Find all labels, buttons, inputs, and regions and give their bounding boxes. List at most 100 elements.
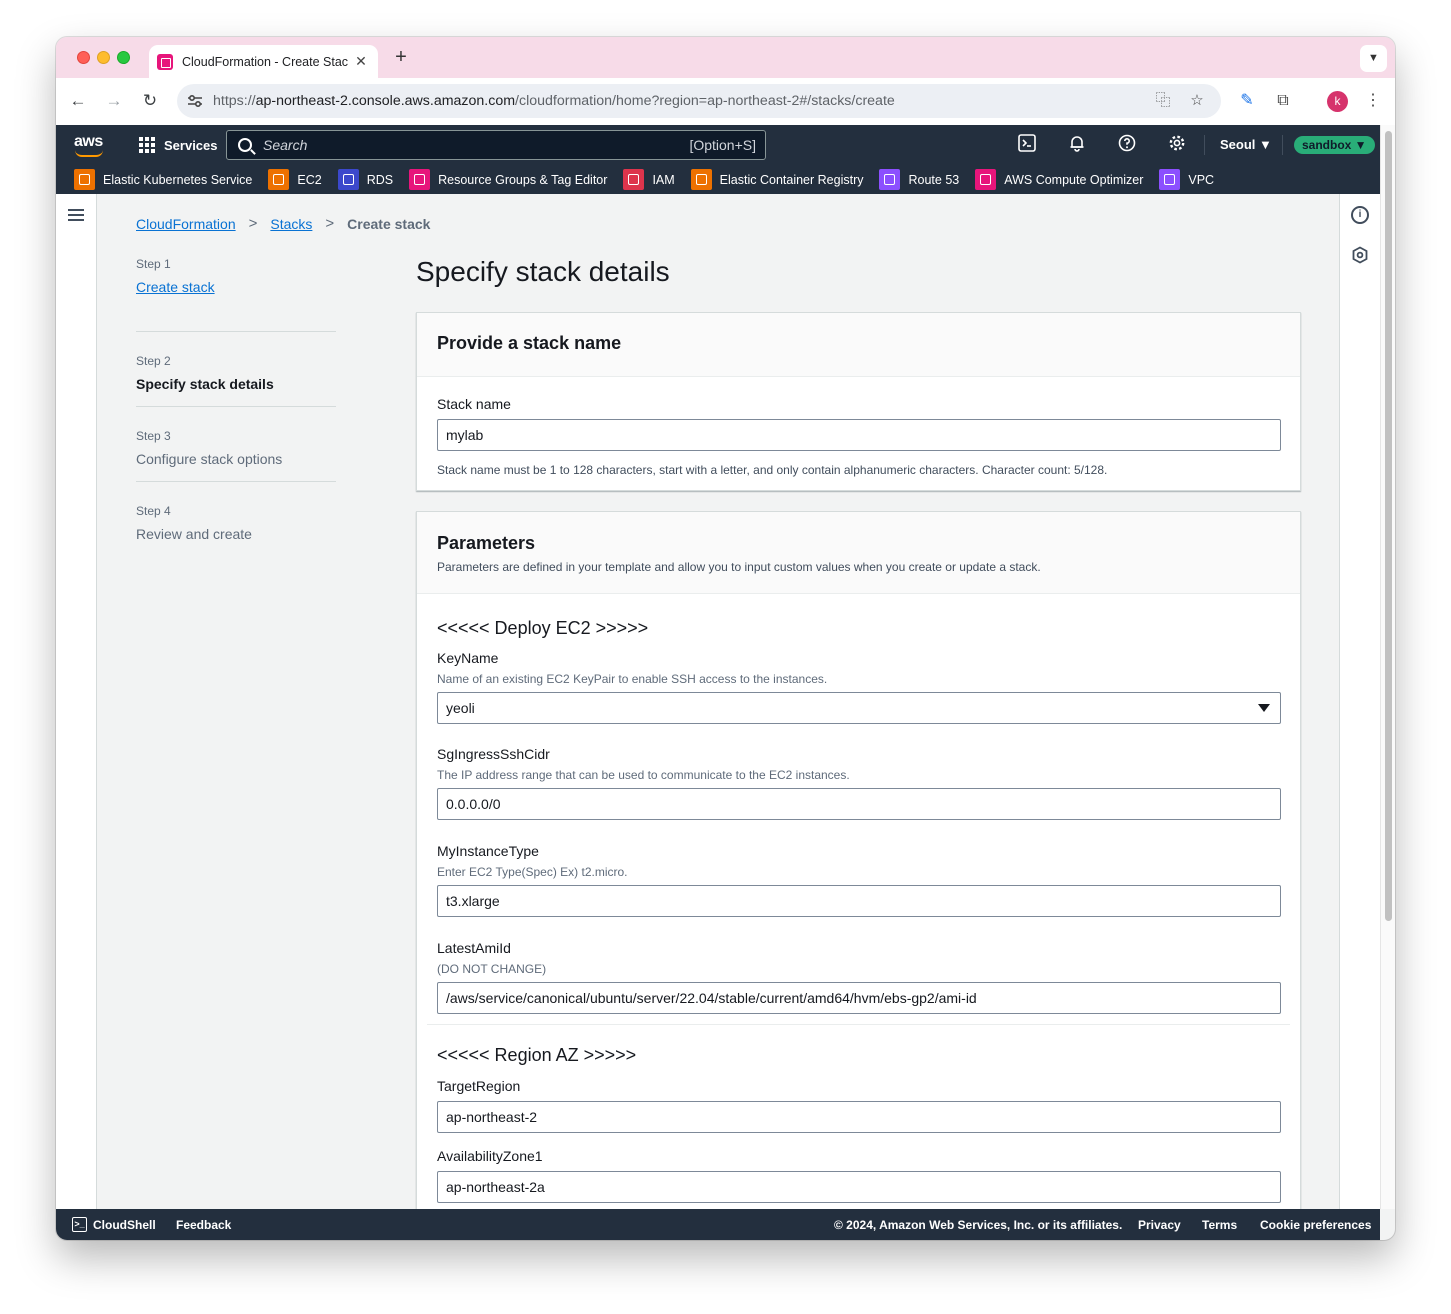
chevron-right-icon: >: [325, 215, 335, 232]
maximize-window-button[interactable]: [117, 51, 130, 64]
back-button[interactable]: ←: [67, 90, 89, 112]
instance-type-description: Enter EC2 Type(Spec) Ex) t2.micro.: [437, 865, 628, 879]
instance-type-label: MyInstanceType: [437, 843, 539, 859]
ami-id-input[interactable]: [437, 982, 1281, 1014]
tab-search-button[interactable]: ▼: [1360, 45, 1387, 72]
extension-pin-icon[interactable]: ✎: [1236, 90, 1258, 112]
favorite-eks[interactable]: Elastic Kubernetes Service: [74, 169, 252, 190]
target-region-label: TargetRegion: [437, 1078, 521, 1094]
compute-optimizer-service-icon: [975, 169, 997, 190]
shield-settings-icon[interactable]: [1351, 246, 1369, 264]
wizard-step-1-link[interactable]: Create stack: [136, 279, 336, 295]
region-selector[interactable]: Seoul ▼: [1220, 134, 1272, 156]
aws-top-navigation: aws Services Search [Option+S] Seoul ▼ s…: [56, 125, 1380, 194]
tab-strip: CloudFormation - Create Stac ✕ + ▼: [56, 37, 1395, 78]
wizard-step-3: Step 3 Configure stack options: [136, 407, 336, 482]
close-window-button[interactable]: [77, 51, 90, 64]
favorite-ec2[interactable]: EC2: [268, 169, 322, 190]
tab-title: CloudFormation - Create Stac: [182, 54, 349, 69]
browser-tab[interactable]: CloudFormation - Create Stac ✕: [149, 45, 378, 78]
ec2-service-icon: [268, 169, 290, 190]
browser-menu-icon[interactable]: ⋮: [1362, 90, 1384, 112]
cloudshell-footer-icon[interactable]: >_: [72, 1217, 87, 1232]
favorite-resource-groups[interactable]: Resource Groups & Tag Editor: [409, 169, 607, 190]
az1-input[interactable]: [437, 1171, 1281, 1203]
favorite-iam[interactable]: IAM: [623, 169, 675, 190]
favorite-route53[interactable]: Route 53: [879, 169, 959, 190]
route53-service-icon: [879, 169, 901, 190]
forward-button[interactable]: →: [103, 90, 125, 112]
stack-name-container: Provide a stack name Stack name Stack na…: [416, 312, 1301, 491]
search-icon: [238, 138, 252, 152]
rds-service-icon: [337, 169, 359, 190]
stack-name-input[interactable]: [437, 419, 1281, 451]
settings-gear-icon[interactable]: [1166, 134, 1188, 156]
cookie-preferences-link[interactable]: Cookie preferences: [1260, 1218, 1371, 1232]
feedback-link[interactable]: Feedback: [176, 1218, 231, 1232]
instance-type-input[interactable]: [437, 885, 1281, 917]
ssh-cidr-input[interactable]: [437, 788, 1281, 820]
info-icon[interactable]: i: [1351, 206, 1369, 224]
side-navigation-rail: [56, 194, 97, 1209]
ami-id-label: LatestAmiId: [437, 940, 511, 956]
vpc-service-icon: [1159, 169, 1181, 190]
services-menu-button[interactable]: Services: [139, 133, 218, 157]
browser-toolbar: ← → ↻ https://ap-northeast-2.console.aws…: [56, 78, 1395, 125]
page-scrollbar[interactable]: [1380, 125, 1395, 1209]
favorite-vpc[interactable]: VPC: [1159, 169, 1214, 190]
stack-name-label: Stack name: [437, 396, 511, 412]
iam-service-icon: [623, 169, 645, 190]
breadcrumb-cloudformation[interactable]: CloudFormation: [136, 216, 236, 232]
group-divider: [427, 1024, 1290, 1025]
console-search-input[interactable]: Search [Option+S]: [226, 130, 766, 160]
stack-name-header: Provide a stack name: [417, 313, 1300, 377]
favorite-rds[interactable]: RDS: [337, 169, 393, 190]
cloudshell-link[interactable]: CloudShell: [93, 1218, 156, 1232]
wizard-step-1: Step 1 Create stack: [136, 257, 336, 332]
copyright-text: © 2024, Amazon Web Services, Inc. or its…: [834, 1218, 1123, 1232]
scrollbar-thumb[interactable]: [1385, 131, 1392, 921]
url-text: https://ap-northeast-2.console.aws.amazo…: [213, 93, 895, 109]
wizard-steps: Step 1 Create stack Step 2 Specify stack…: [136, 257, 336, 557]
close-tab-icon[interactable]: ✕: [353, 53, 369, 69]
ssh-cidr-description: The IP address range that can be used to…: [437, 768, 850, 782]
profile-avatar[interactable]: k: [1327, 91, 1348, 112]
keyname-description: Name of an existing EC2 KeyPair to enabl…: [437, 672, 828, 686]
ecr-service-icon: [690, 169, 712, 190]
region-az-group-title: <<<<< Region AZ >>>>>: [437, 1045, 637, 1065]
breadcrumb-stacks[interactable]: Stacks: [270, 216, 312, 232]
bookmark-star-icon[interactable]: ☆: [1187, 91, 1207, 111]
keyname-select[interactable]: yeoli: [437, 692, 1281, 724]
ssh-cidr-label: SgIngressSshCidr: [437, 746, 550, 762]
ami-id-description: (DO NOT CHANGE): [437, 962, 547, 976]
favorite-ecr[interactable]: Elastic Container Registry: [690, 169, 863, 190]
resource-groups-service-icon: [409, 169, 431, 190]
account-menu-badge[interactable]: sandbox ▼: [1294, 136, 1375, 154]
new-tab-button[interactable]: +: [390, 46, 412, 68]
tools-rail: i: [1339, 194, 1380, 1209]
chevron-right-icon: >: [248, 215, 258, 232]
terms-link[interactable]: Terms: [1202, 1218, 1237, 1232]
breadcrumb: CloudFormation > Stacks > Create stack: [136, 215, 430, 232]
address-bar[interactable]: https://ap-northeast-2.console.aws.amazo…: [177, 84, 1221, 118]
page-title: Specify stack details: [416, 256, 670, 287]
site-info-icon[interactable]: [186, 92, 204, 110]
target-region-input[interactable]: [437, 1101, 1281, 1133]
favorites-bar: Elastic Kubernetes Service EC2 RDS Resou…: [56, 165, 1380, 194]
reload-button[interactable]: ↻: [139, 90, 161, 112]
cloudshell-icon[interactable]: [1016, 134, 1038, 156]
extensions-puzzle-icon[interactable]: ⧉: [1272, 90, 1294, 112]
wizard-step-4-label: Review and create: [136, 526, 252, 542]
eks-service-icon: [74, 169, 95, 190]
aws-logo[interactable]: aws: [73, 133, 107, 159]
privacy-link[interactable]: Privacy: [1138, 1218, 1181, 1232]
translate-icon[interactable]: ⿻: [1153, 91, 1173, 111]
services-grid-icon: [139, 137, 155, 153]
help-icon[interactable]: [1116, 134, 1138, 156]
hamburger-menu-icon[interactable]: [68, 209, 84, 221]
wizard-step-2: Step 2 Specify stack details: [136, 332, 336, 407]
keyname-label: KeyName: [437, 650, 499, 666]
minimize-window-button[interactable]: [97, 51, 110, 64]
notifications-bell-icon[interactable]: [1066, 134, 1088, 156]
favorite-compute-optimizer[interactable]: AWS Compute Optimizer: [975, 169, 1143, 190]
